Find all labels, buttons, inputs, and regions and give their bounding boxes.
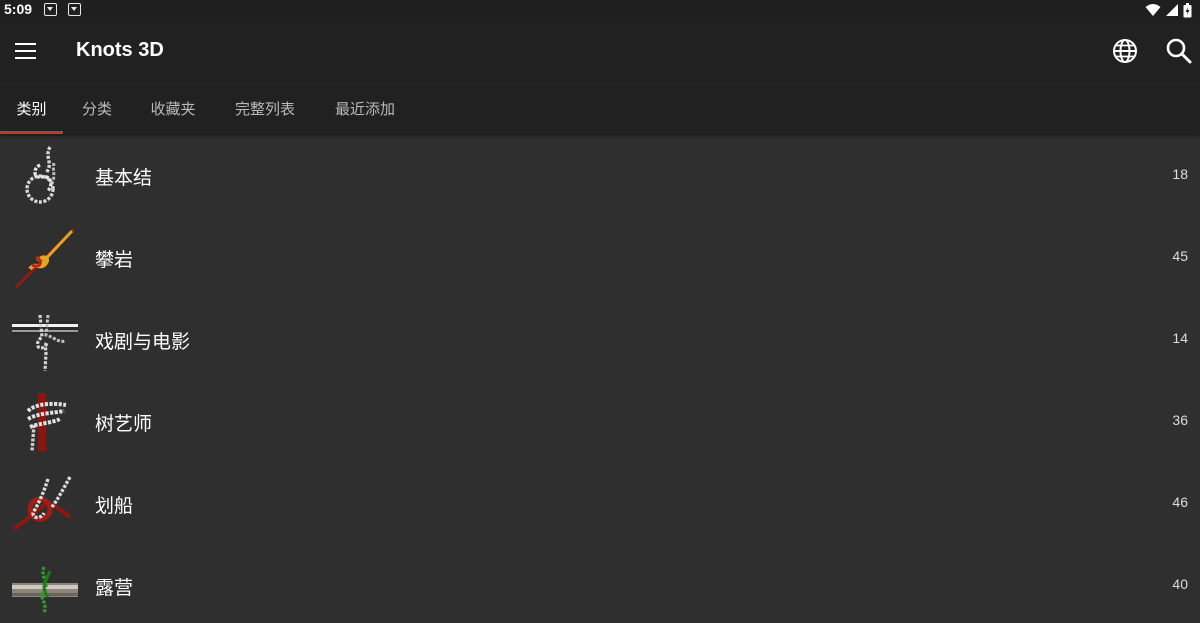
tab-favorites[interactable]: 收藏夹 — [140, 82, 206, 134]
category-count: 40 — [1172, 576, 1188, 592]
menu-button[interactable] — [14, 40, 38, 62]
app-title: Knots 3D — [76, 39, 164, 61]
category-row-camping[interactable]: 露营 40 — [0, 545, 1200, 623]
theatre-knot-icon — [12, 314, 78, 372]
category-label: 划船 — [95, 495, 134, 517]
basic-knot-icon — [25, 146, 56, 204]
download-notification-icon — [68, 3, 81, 16]
tab-recently-added[interactable]: 最近添加 — [325, 82, 405, 134]
category-count: 46 — [1172, 494, 1188, 510]
category-list: 基本结 18 攀岩 45 戏剧与电影 14 树艺师 36 划船 46 露营 40 — [0, 135, 1200, 623]
globe-icon — [1113, 39, 1137, 63]
category-row-arborist[interactable]: 树艺师 36 — [0, 381, 1200, 463]
category-label: 戏剧与电影 — [95, 331, 191, 353]
category-label: 树艺师 — [95, 413, 153, 435]
tab-categories[interactable]: 类别 — [0, 82, 63, 134]
menu-icon — [15, 50, 36, 52]
active-tab-indicator — [0, 131, 63, 134]
menu-icon — [15, 57, 36, 59]
search-button[interactable] — [1165, 37, 1193, 65]
category-count: 36 — [1172, 412, 1188, 428]
category-count: 45 — [1172, 248, 1188, 264]
category-row-boating[interactable]: 划船 46 — [0, 463, 1200, 545]
category-count: 14 — [1172, 330, 1188, 346]
tab-bar: 类别 分类 收藏夹 完整列表 最近添加 — [0, 82, 1200, 134]
category-label: 攀岩 — [95, 249, 134, 271]
wifi-icon — [1145, 4, 1161, 16]
tab-full-list[interactable]: 完整列表 — [225, 82, 305, 134]
camping-knot-icon — [12, 566, 78, 614]
status-time: 5:09 — [4, 1, 33, 17]
app-bar: Knots 3D — [0, 20, 1200, 82]
tab-classification[interactable]: 分类 — [70, 82, 124, 134]
category-label: 基本结 — [95, 167, 153, 189]
signal-icon — [1166, 4, 1178, 16]
category-row-theatre[interactable]: 戏剧与电影 14 — [0, 299, 1200, 381]
category-count: 18 — [1172, 166, 1188, 182]
status-bar: 5:09 — [0, 0, 1200, 20]
category-label: 露营 — [95, 577, 134, 599]
download-notification-icon — [44, 3, 57, 16]
language-button[interactable] — [1111, 37, 1139, 65]
arborist-knot-icon — [26, 393, 67, 452]
battery-icon — [1183, 2, 1192, 17]
category-row-basic[interactable]: 基本结 18 — [0, 135, 1200, 217]
search-icon — [1166, 38, 1192, 64]
menu-icon — [15, 43, 36, 45]
boating-knot-icon — [12, 476, 72, 531]
climbing-knot-icon — [14, 227, 76, 289]
status-icons — [1145, 2, 1192, 18]
category-row-climbing[interactable]: 攀岩 45 — [0, 217, 1200, 299]
